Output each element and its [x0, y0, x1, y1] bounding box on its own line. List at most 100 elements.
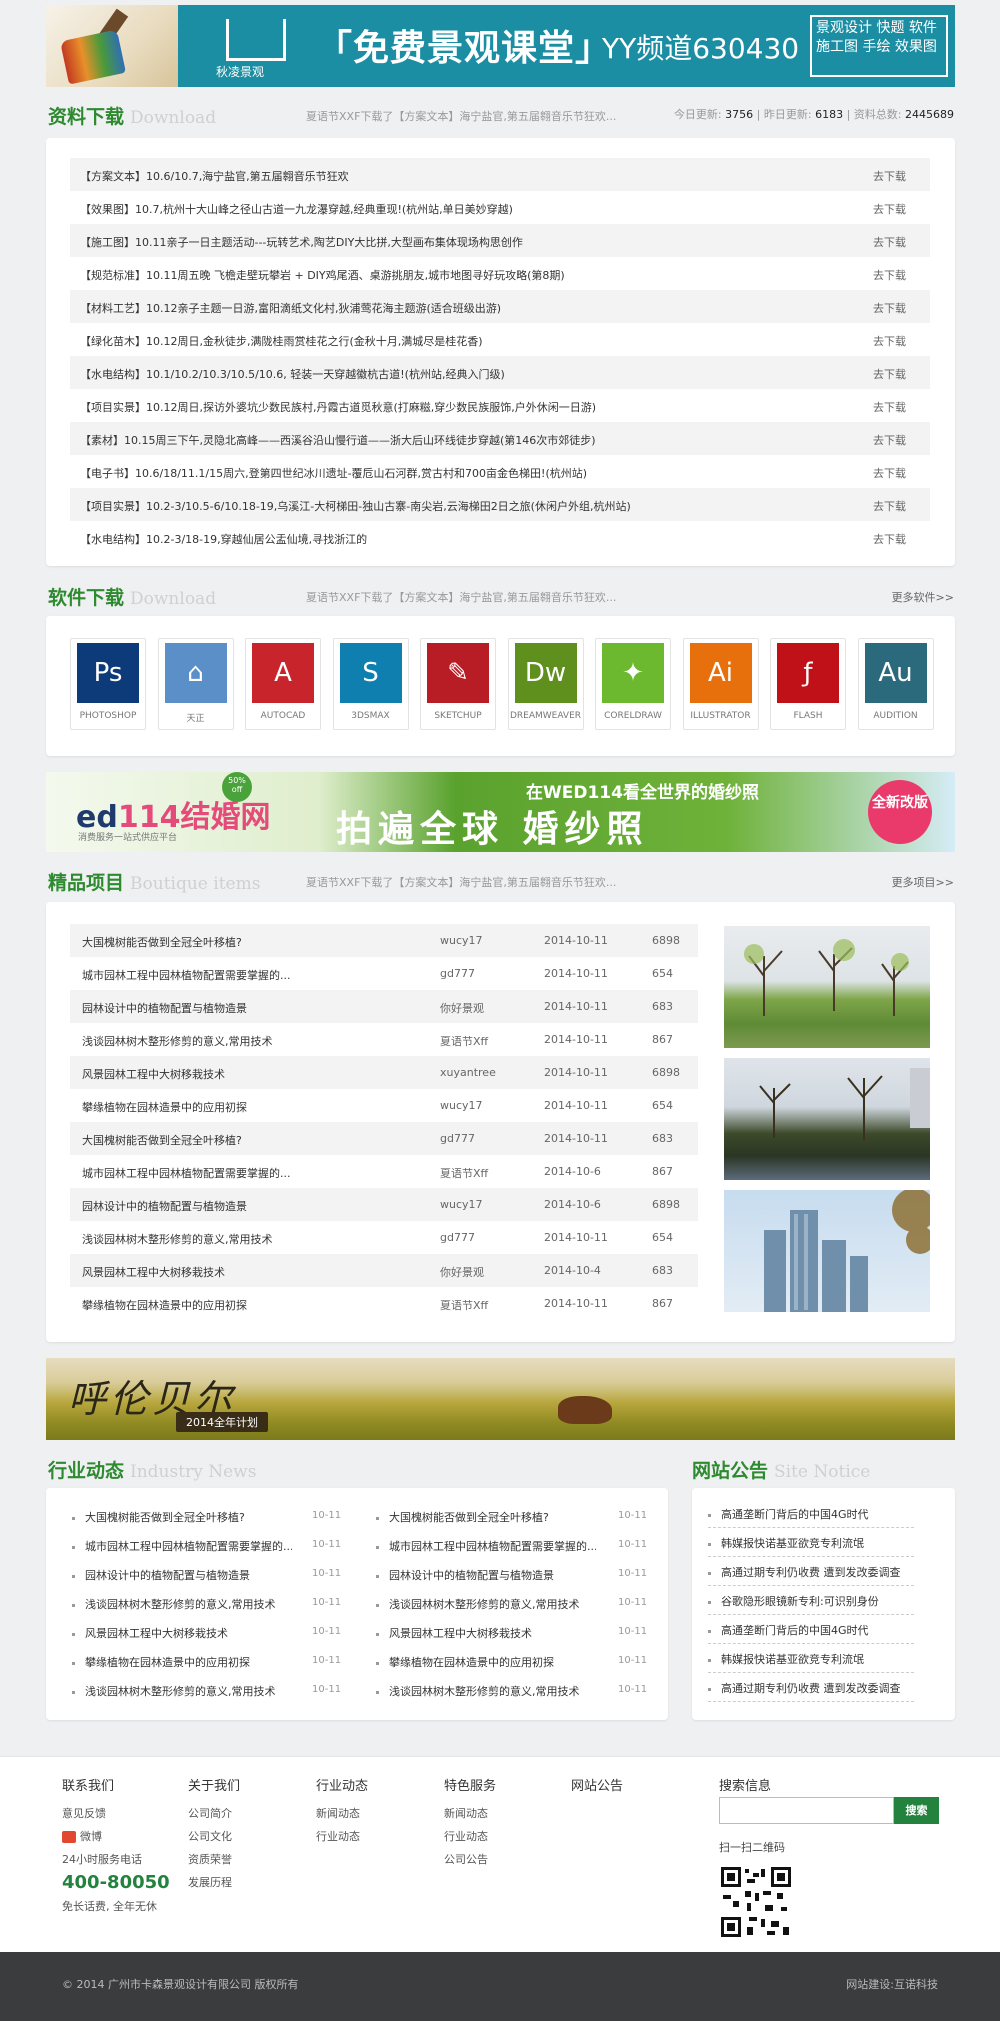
download-title[interactable]: 【效果图】10.7,杭州十大山峰之径山古道一九龙瀑穿越,经典重现!(杭州站,单日…	[80, 201, 840, 217]
download-row[interactable]: 【电子书】10.6/18/11.1/15周六,登第四世纪冰川遗址-覆卮山石河群,…	[70, 455, 930, 488]
industry-news-item[interactable]: 城市园林工程中园林植物配置需要掌握的...	[72, 1538, 292, 1554]
footer-special-link[interactable]: 新闻动态	[444, 1802, 496, 1825]
project-image-1[interactable]	[724, 926, 930, 1048]
download-title[interactable]: 【项目实景】10.12周日,探访外婆坑少数民族村,丹霞古道觅秋意(打麻糍,穿少数…	[80, 399, 840, 415]
notice-item[interactable]: 高通垄断门背后的中国4G时代	[708, 1616, 914, 1644]
industry-news-item[interactable]: 园林设计中的植物配置与植物造景	[72, 1567, 292, 1583]
industry-news-title[interactable]: 浅谈园林树木整形修剪的意义,常用技术	[389, 1598, 580, 1611]
footer-industry-link[interactable]: 新闻动态	[316, 1802, 368, 1825]
notice-title[interactable]: 韩媒报快诺基亚欲竞专利流氓	[721, 1653, 864, 1666]
download-action-link[interactable]: 去下载	[873, 234, 906, 250]
footer-search-button[interactable]: 搜索	[894, 1797, 939, 1824]
projects-ticker[interactable]: 夏语节XXF下载了【方案文本】海宁盐官,第五届翱音乐节狂欢...	[306, 874, 636, 890]
download-row[interactable]: 【规范标准】10.11周五晚 飞檐走壁玩攀岩 + DIY鸡尾酒、桌游挑朋友,城市…	[70, 257, 930, 290]
download-row[interactable]: 【方案文本】10.6/10.7,海宁盐官,第五届翱音乐节狂欢 去下载	[70, 158, 930, 191]
software-ticker[interactable]: 夏语节XXF下载了【方案文本】海宁盐官,第五届翱音乐节狂欢...	[306, 589, 636, 605]
project-title[interactable]: 浅谈园林树木整形修剪的意义,常用技术	[82, 1231, 312, 1247]
notice-item[interactable]: 高通过期专利仍收费 遭到发改委调查	[708, 1558, 914, 1586]
download-title[interactable]: 【材料工艺】10.12亲子主题一日游,富阳滴纸文化村,狄浦莺花海主题游(适合班级…	[80, 300, 840, 316]
industry-news-item[interactable]: 风景园林工程中大树移栽技术	[72, 1625, 292, 1641]
footer-notice-heading[interactable]: 网站公告	[571, 1775, 623, 1794]
software-item[interactable]: Ai ILLUSTRATOR	[682, 638, 759, 730]
project-row[interactable]: 城市园林工程中园林植物配置需要掌握的... gd777 2014-10-11 654	[70, 957, 698, 990]
industry-news-title[interactable]: 城市园林工程中园林植物配置需要掌握的...	[389, 1540, 596, 1553]
footer-special-link[interactable]: 行业动态	[444, 1825, 496, 1848]
industry-news-title[interactable]: 大国槐树能否做到全冠全叶移植?	[85, 1511, 245, 1524]
industry-news-title[interactable]: 城市园林工程中园林植物配置需要掌握的...	[85, 1540, 292, 1553]
project-title[interactable]: 大国槐树能否做到全冠全叶移植?	[82, 934, 312, 950]
download-row[interactable]: 【项目实景】10.12周日,探访外婆坑少数民族村,丹霞古道觅秋意(打麻糍,穿少数…	[70, 389, 930, 422]
footer-search-input[interactable]	[719, 1797, 894, 1824]
project-row[interactable]: 风景园林工程中大树移栽技术 你好景观 2014-10-4 683	[70, 1254, 698, 1287]
download-action-link[interactable]: 去下载	[873, 366, 906, 382]
project-image-3[interactable]	[724, 1190, 930, 1312]
project-row[interactable]: 园林设计中的植物配置与植物造景 wucy17 2014-10-6 6898	[70, 1188, 698, 1221]
industry-news-title[interactable]: 风景园林工程中大树移栽技术	[85, 1627, 228, 1640]
industry-news-item[interactable]: 浅谈园林树木整形修剪的意义,常用技术	[72, 1683, 292, 1699]
notice-title[interactable]: 韩媒报快诺基亚欲竞专利流氓	[721, 1537, 864, 1550]
download-row[interactable]: 【水电结构】10.2-3/18-19,穿越仙居公盂仙境,寻找浙江的 去下载	[70, 521, 930, 554]
project-row[interactable]: 浅谈园林树木整形修剪的意义,常用技术 gd777 2014-10-11 654	[70, 1221, 698, 1254]
industry-news-item[interactable]: 城市园林工程中园林植物配置需要掌握的...	[376, 1538, 596, 1554]
download-title[interactable]: 【水电结构】10.1/10.2/10.3/10.5/10.6, 轻装一天穿越徽杭…	[80, 366, 840, 382]
download-action-link[interactable]: 去下载	[873, 432, 906, 448]
download-title[interactable]: 【项目实景】10.2-3/10.5-6/10.18-19,乌溪江-大柯梯田-独山…	[80, 498, 840, 514]
project-title[interactable]: 城市园林工程中园林植物配置需要掌握的...	[82, 967, 312, 983]
download-row[interactable]: 【项目实景】10.2-3/10.5-6/10.18-19,乌溪江-大柯梯田-独山…	[70, 488, 930, 521]
download-action-link[interactable]: 去下载	[873, 300, 906, 316]
download-title[interactable]: 【素材】10.15周三下午,灵隐北高峰——西溪谷沿山慢行道——浙大后山环线徒步穿…	[80, 432, 840, 448]
notice-title[interactable]: 高通垄断门背后的中国4G时代	[721, 1508, 869, 1521]
industry-news-item[interactable]: 风景园林工程中大树移栽技术	[376, 1625, 596, 1641]
download-action-link[interactable]: 去下载	[873, 267, 906, 283]
project-title[interactable]: 园林设计中的植物配置与植物造景	[82, 1198, 312, 1214]
notice-item[interactable]: 谷歌隐形眼镜新专利:可识别身份	[708, 1587, 914, 1615]
download-row[interactable]: 【水电结构】10.1/10.2/10.3/10.5/10.6, 轻装一天穿越徽杭…	[70, 356, 930, 389]
software-item[interactable]: ✦ CORELDRAW	[595, 638, 671, 730]
industry-news-title[interactable]: 浅谈园林树木整形修剪的意义,常用技术	[85, 1685, 276, 1698]
industry-news-item[interactable]: 浅谈园林树木整形修剪的意义,常用技术	[376, 1596, 596, 1612]
downloads-ticker[interactable]: 夏语节XXF下载了【方案文本】海宁盐官,第五届翱音乐节狂欢...	[306, 108, 636, 124]
footer-about-link[interactable]: 公司文化	[188, 1825, 240, 1848]
weibo-link[interactable]: 微博	[62, 1825, 170, 1848]
software-item[interactable]: ƒ FLASH	[770, 638, 846, 730]
software-item[interactable]: ⌂ 天正	[157, 638, 234, 730]
project-row[interactable]: 风景园林工程中大树移栽技术 xuyantree 2014-10-11 6898	[70, 1056, 698, 1089]
industry-news-title[interactable]: 浅谈园林树木整形修剪的意义,常用技术	[85, 1598, 276, 1611]
software-item[interactable]: Ps PHOTOSHOP	[70, 638, 146, 730]
download-title[interactable]: 【水电结构】10.2-3/18-19,穿越仙居公盂仙境,寻找浙江的	[80, 531, 840, 547]
download-title[interactable]: 【规范标准】10.11周五晚 飞檐走壁玩攀岩 + DIY鸡尾酒、桌游挑朋友,城市…	[80, 267, 840, 283]
download-action-link[interactable]: 去下载	[873, 168, 906, 184]
notice-title[interactable]: 高通垄断门背后的中国4G时代	[721, 1624, 869, 1637]
download-title[interactable]: 【方案文本】10.6/10.7,海宁盐官,第五届翱音乐节狂欢	[80, 168, 840, 184]
download-action-link[interactable]: 去下载	[873, 399, 906, 415]
industry-news-item[interactable]: 大国槐树能否做到全冠全叶移植?	[376, 1509, 596, 1525]
download-title[interactable]: 【施工图】10.11亲子一日主题活动---玩转艺术,陶艺DIY大比拼,大型画布集…	[80, 234, 840, 250]
download-action-link[interactable]: 去下载	[873, 465, 906, 481]
industry-news-title[interactable]: 浅谈园林树木整形修剪的意义,常用技术	[389, 1685, 580, 1698]
software-item[interactable]: S 3DSMAX	[332, 638, 409, 730]
project-row[interactable]: 攀缘植物在园林造景中的应用初探 夏语节Xff 2014-10-11 867	[70, 1287, 698, 1320]
download-action-link[interactable]: 去下载	[873, 498, 906, 514]
project-title[interactable]: 大国槐树能否做到全冠全叶移植?	[82, 1132, 312, 1148]
download-action-link[interactable]: 去下载	[873, 333, 906, 349]
footer-about-link[interactable]: 公司简介	[188, 1802, 240, 1825]
wedding-ad-banner[interactable]: ed114结婚网 消费服务一站式供应平台 50% off 在WED114看全世界…	[46, 772, 955, 852]
feedback-link[interactable]: 意见反馈	[62, 1802, 170, 1825]
notice-item[interactable]: 高通过期专利仍收费 遭到发改委调查	[708, 1674, 914, 1702]
industry-news-item[interactable]: 园林设计中的植物配置与植物造景	[376, 1567, 596, 1583]
industry-news-item[interactable]: 攀缘植物在园林造景中的应用初探	[72, 1654, 292, 1670]
site-builder-link[interactable]: 网站建设:互诺科技	[846, 1976, 938, 1992]
notice-item[interactable]: 韩媒报快诺基亚欲竞专利流氓	[708, 1645, 914, 1673]
industry-news-title[interactable]: 园林设计中的植物配置与植物造景	[85, 1569, 250, 1582]
notice-item[interactable]: 高通垄断门背后的中国4G时代	[708, 1500, 914, 1528]
project-title[interactable]: 园林设计中的植物配置与植物造景	[82, 1000, 312, 1016]
download-action-link[interactable]: 去下载	[873, 531, 906, 547]
project-row[interactable]: 大国槐树能否做到全冠全叶移植? wucy17 2014-10-11 6898	[70, 924, 698, 957]
project-row[interactable]: 城市园林工程中园林植物配置需要掌握的... 夏语节Xff 2014-10-6 867	[70, 1155, 698, 1188]
footer-about-link[interactable]: 资质荣誉	[188, 1848, 240, 1871]
download-row[interactable]: 【材料工艺】10.12亲子主题一日游,富阳滴纸文化村,狄浦莺花海主题游(适合班级…	[70, 290, 930, 323]
industry-news-title[interactable]: 攀缘植物在园林造景中的应用初探	[85, 1656, 250, 1669]
download-row[interactable]: 【施工图】10.11亲子一日主题活动---玩转艺术,陶艺DIY大比拼,大型画布集…	[70, 224, 930, 257]
notice-item[interactable]: 韩媒报快诺基亚欲竞专利流氓	[708, 1529, 914, 1557]
more-projects-link[interactable]: 更多项目>>	[892, 874, 954, 890]
